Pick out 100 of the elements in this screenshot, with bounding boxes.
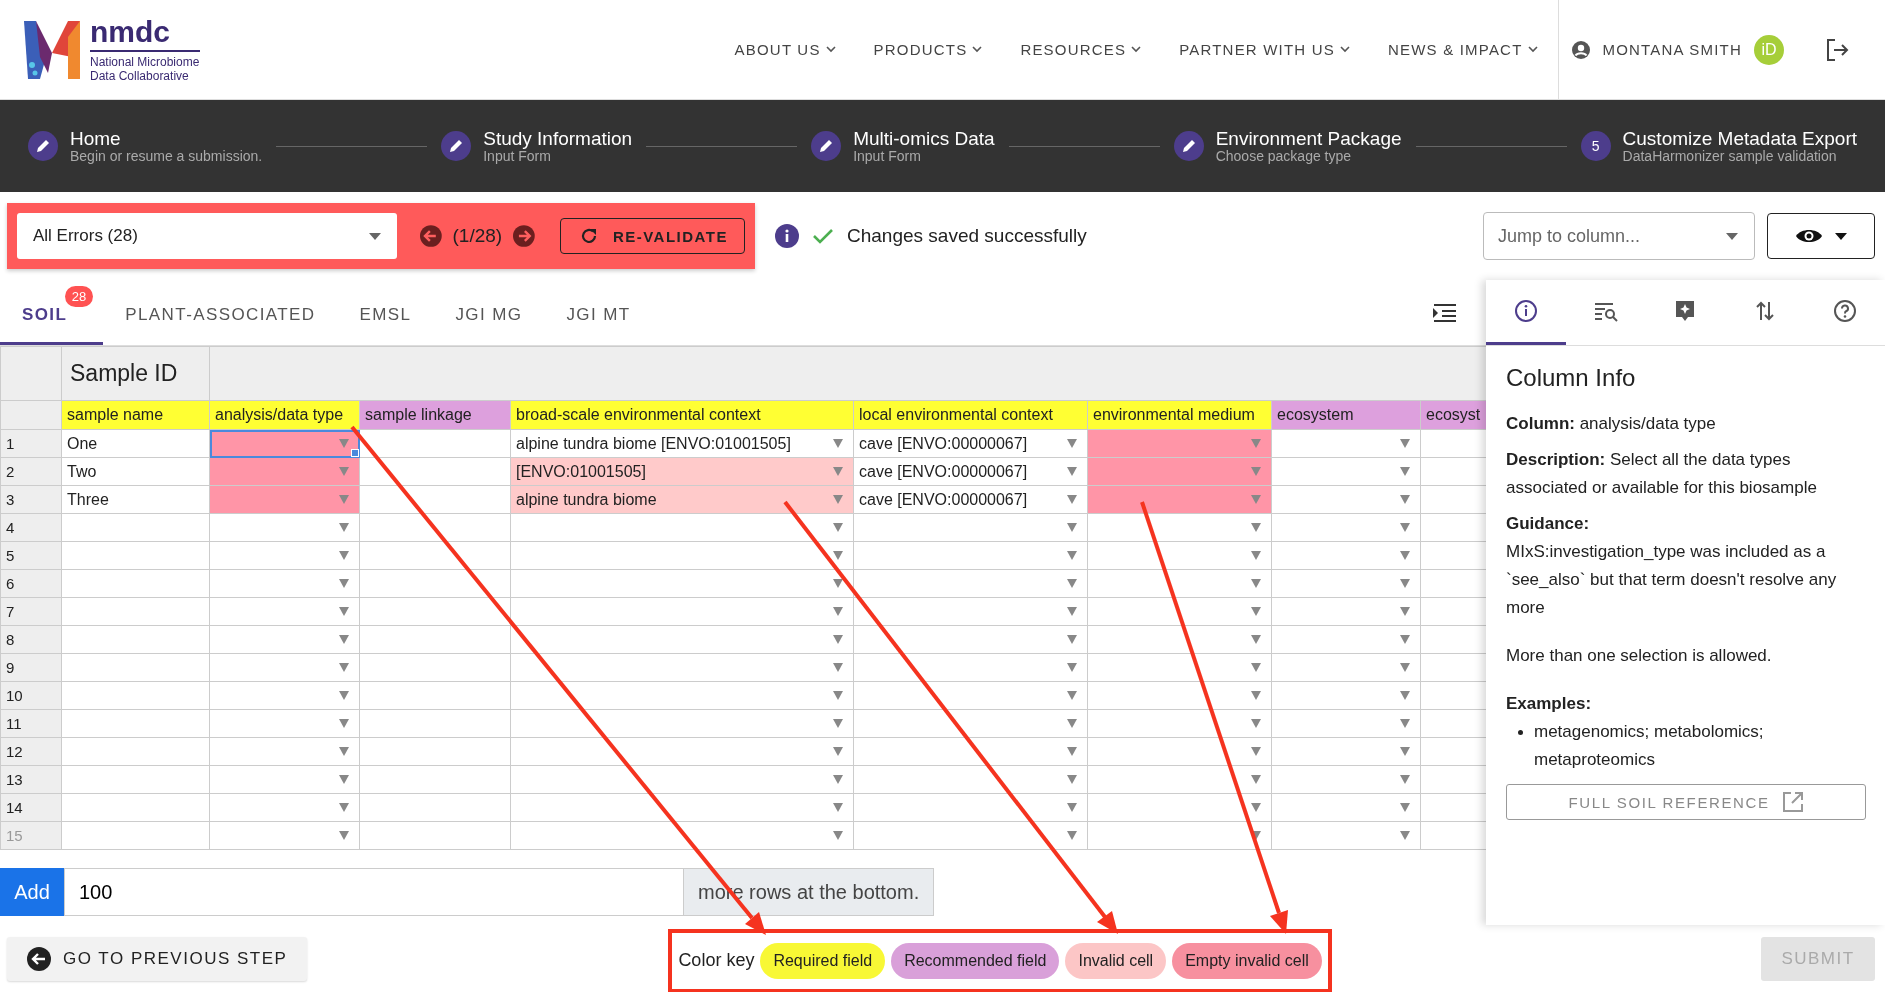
template-tab[interactable]: EMSL <box>337 280 434 345</box>
table-cell[interactable] <box>61 793 210 822</box>
jump-to-column-dropdown[interactable]: Jump to column... <box>1483 212 1755 260</box>
column-header[interactable]: local environmental context <box>853 400 1088 430</box>
table-cell[interactable] <box>61 653 210 682</box>
table-cell[interactable] <box>359 793 511 822</box>
table-cell[interactable] <box>853 597 1088 626</box>
table-cell[interactable] <box>1271 765 1421 794</box>
table-cell[interactable] <box>853 793 1088 822</box>
table-cell[interactable] <box>853 541 1088 570</box>
previous-step-button[interactable]: GO TO PREVIOUS STEP <box>7 936 308 981</box>
table-cell[interactable] <box>209 541 360 570</box>
error-filter-dropdown[interactable]: All Errors (28) <box>17 213 397 259</box>
table-cell[interactable] <box>359 625 511 654</box>
table-cell[interactable] <box>359 457 511 486</box>
table-cell[interactable] <box>510 765 854 794</box>
table-cell[interactable] <box>1087 821 1272 850</box>
table-cell[interactable] <box>1271 597 1421 626</box>
table-cell[interactable] <box>1271 569 1421 598</box>
column-header[interactable]: ecosyst <box>1420 400 1486 430</box>
table-cell[interactable]: One <box>61 429 210 458</box>
table-cell[interactable] <box>510 653 854 682</box>
table-cell[interactable] <box>1271 793 1421 822</box>
column-header[interactable]: ecosystem <box>1271 400 1421 430</box>
table-cell[interactable] <box>61 569 210 598</box>
table-cell[interactable] <box>853 653 1088 682</box>
table-cell[interactable] <box>359 429 511 458</box>
column-header[interactable]: sample name <box>61 400 210 430</box>
table-cell[interactable]: cave [ENVO:00000067] <box>853 457 1088 486</box>
table-cell[interactable] <box>209 737 360 766</box>
table-cell[interactable] <box>510 821 854 850</box>
table-cell[interactable]: alpine tundra biome [ENVO:01001505] <box>510 429 854 458</box>
table-cell[interactable] <box>1271 709 1421 738</box>
table-cell[interactable] <box>209 569 360 598</box>
table-cell[interactable] <box>359 765 511 794</box>
table-cell[interactable] <box>853 709 1088 738</box>
table-cell[interactable] <box>853 625 1088 654</box>
table-cell[interactable] <box>1087 513 1272 542</box>
table-cell[interactable] <box>1087 429 1272 458</box>
table-cell[interactable] <box>510 513 854 542</box>
table-cell[interactable] <box>209 625 360 654</box>
table-cell[interactable] <box>209 681 360 710</box>
full-reference-button[interactable]: FULL SOIL REFERENCE <box>1506 784 1866 820</box>
table-cell[interactable]: [ENVO:01001505] <box>510 457 854 486</box>
revalidate-button[interactable]: RE-VALIDATE <box>559 218 745 254</box>
user-name[interactable]: MONTANA SMITH <box>1602 41 1742 58</box>
table-cell[interactable] <box>61 765 210 794</box>
table-cell[interactable] <box>359 653 511 682</box>
table-cell[interactable] <box>359 821 511 850</box>
table-cell[interactable] <box>1271 513 1421 542</box>
table-cell[interactable] <box>359 541 511 570</box>
table-cell[interactable] <box>359 597 511 626</box>
table-cell[interactable] <box>510 569 854 598</box>
table-cell[interactable] <box>510 709 854 738</box>
step-title[interactable]: Environment Package <box>1215 128 1402 149</box>
column-header[interactable]: environmental medium <box>1087 400 1272 430</box>
column-header[interactable]: broad-scale environmental context <box>510 400 854 430</box>
table-cell[interactable] <box>61 681 210 710</box>
step-title[interactable]: Customize Metadata Export <box>1622 128 1857 149</box>
table-cell[interactable] <box>1271 625 1421 654</box>
table-cell[interactable] <box>853 681 1088 710</box>
table-cell[interactable] <box>209 821 360 850</box>
nav-menu-item[interactable]: PRODUCTS <box>873 41 983 58</box>
table-cell[interactable]: Three <box>61 485 210 514</box>
table-cell[interactable] <box>1271 457 1421 486</box>
table-cell[interactable] <box>1087 765 1272 794</box>
table-cell[interactable]: cave [ENVO:00000067] <box>853 429 1088 458</box>
template-tab[interactable]: JGI MT <box>544 280 653 345</box>
table-cell[interactable]: alpine tundra biome <box>510 485 854 514</box>
step-title[interactable]: Home <box>70 128 263 149</box>
table-cell[interactable] <box>853 513 1088 542</box>
table-cell[interactable] <box>510 681 854 710</box>
table-cell[interactable] <box>61 737 210 766</box>
nav-menu-item[interactable]: RESOURCES <box>1020 41 1142 58</box>
list-indent-icon[interactable] <box>1432 302 1458 323</box>
table-cell[interactable] <box>510 737 854 766</box>
add-rows-button[interactable]: Add <box>0 868 64 916</box>
table-cell[interactable] <box>61 625 210 654</box>
table-cell[interactable] <box>1271 653 1421 682</box>
table-cell[interactable] <box>1271 485 1421 514</box>
table-cell[interactable]: Two <box>61 457 210 486</box>
table-cell[interactable] <box>1087 457 1272 486</box>
template-tab[interactable]: PLANT-ASSOCIATED <box>103 280 338 345</box>
table-cell[interactable] <box>1087 485 1272 514</box>
table-cell[interactable] <box>61 541 210 570</box>
table-cell[interactable] <box>359 737 511 766</box>
table-cell[interactable] <box>1271 681 1421 710</box>
step-title[interactable]: Multi-omics Data <box>853 128 995 149</box>
info-icon[interactable] <box>775 224 799 248</box>
table-cell[interactable] <box>1087 597 1272 626</box>
table-cell[interactable] <box>209 513 360 542</box>
table-cell[interactable] <box>1087 541 1272 570</box>
table-cell[interactable] <box>510 625 854 654</box>
table-cell[interactable] <box>61 821 210 850</box>
table-cell[interactable] <box>1271 541 1421 570</box>
table-cell[interactable] <box>1087 625 1272 654</box>
table-cell[interactable] <box>209 793 360 822</box>
column-header[interactable]: sample linkage <box>359 400 511 430</box>
table-cell[interactable] <box>853 737 1088 766</box>
table-cell[interactable] <box>61 513 210 542</box>
